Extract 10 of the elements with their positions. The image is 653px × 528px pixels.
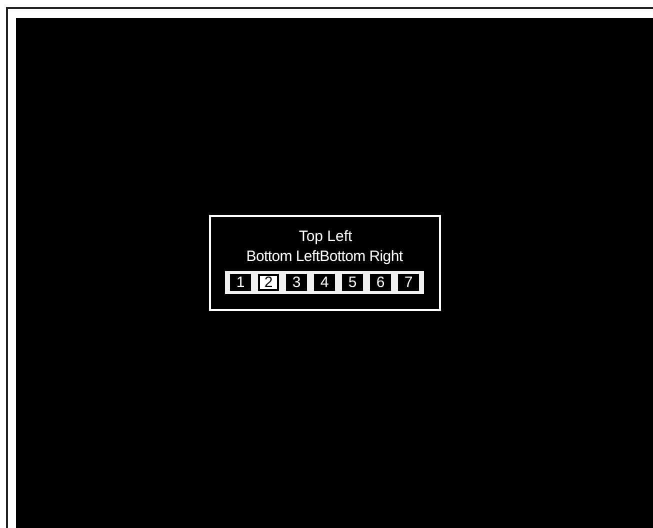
page-button[interactable]: 3: [286, 274, 307, 291]
page-button[interactable]: 2: [258, 274, 279, 291]
page-button[interactable]: 5: [342, 274, 363, 291]
bottom-right-label: Bottom Right: [320, 247, 403, 267]
page-button[interactable]: 6: [370, 274, 391, 291]
page-button[interactable]: 4: [314, 274, 335, 291]
bottom-left-label: Bottom Left: [246, 247, 320, 267]
page-button[interactable]: 7: [398, 274, 419, 291]
page-button[interactable]: 1: [230, 274, 251, 291]
panel-title: Top Left: [298, 228, 352, 246]
